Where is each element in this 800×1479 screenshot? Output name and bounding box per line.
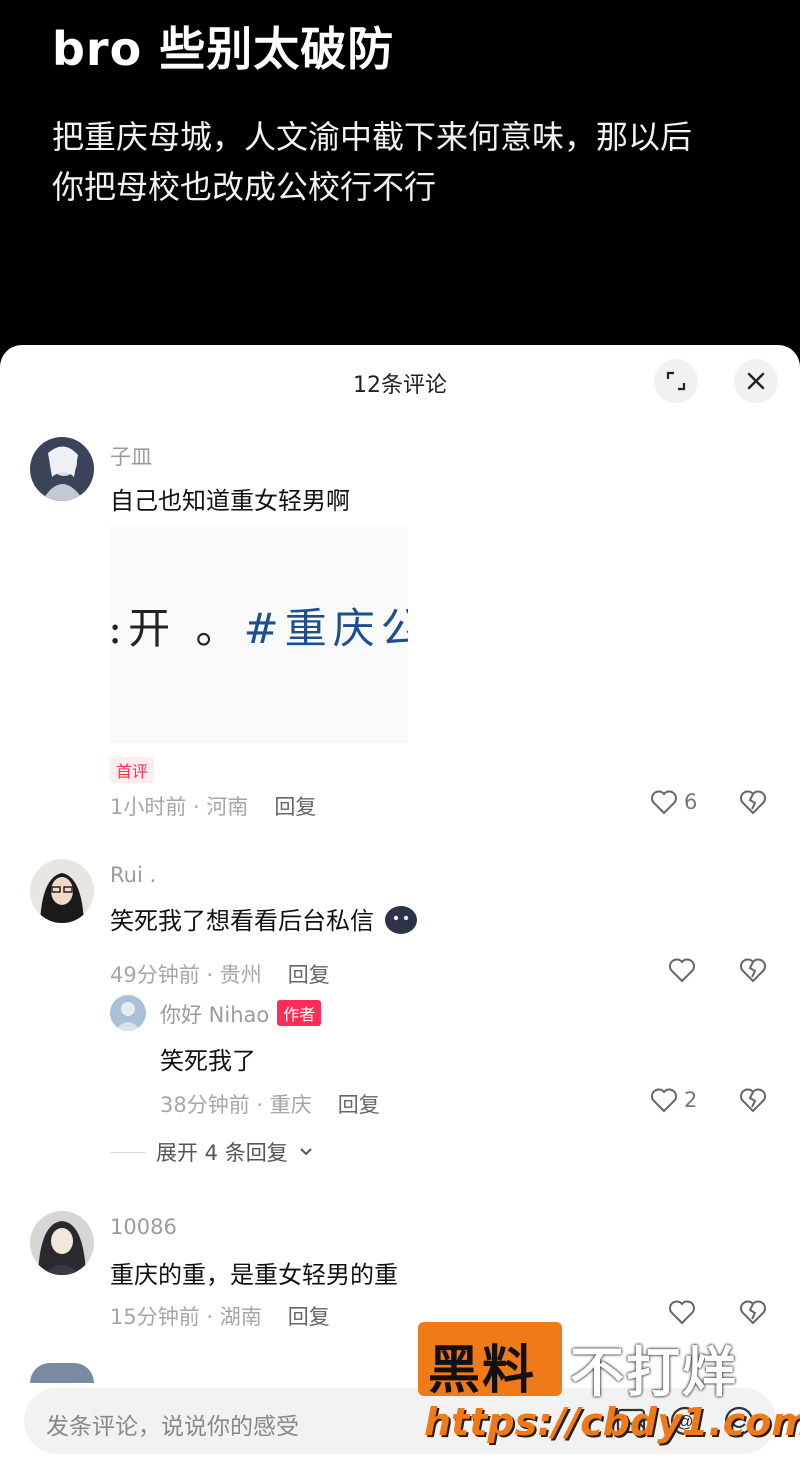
reply-item: 你好 Nihao 作者 笑死我了 38分钟前 · 重庆 回复 2	[0, 995, 800, 1125]
post-body-line: 把重庆母城，人文渝中截下来何意味，那以后	[52, 118, 693, 156]
comment-username[interactable]: 10086	[110, 1215, 177, 1239]
expand-button[interactable]	[654, 359, 698, 403]
comment-text: 笑死我了想看看后台私信	[110, 901, 418, 936]
comment-text: 重庆的重，是重女轻男的重	[110, 1261, 398, 1289]
watermark-box-text: 黑料	[428, 1341, 537, 1401]
comment-item: Rui . 笑死我了想看看后台私信 49分钟前 · 贵州 回复	[0, 855, 800, 995]
heart-icon	[651, 790, 677, 815]
post-title: bro 些别太破防	[52, 22, 395, 76]
watermark: 黑料 不打烊 https://cbdy1.com	[418, 1322, 800, 1462]
comment-time: 1小时前 · 河南	[110, 795, 249, 819]
reply-text: 笑死我了	[160, 1047, 256, 1075]
avatar[interactable]	[30, 1211, 94, 1275]
reply-username[interactable]: 你好 Nihao 作者	[160, 999, 322, 1029]
expand-icon	[666, 371, 686, 391]
comment-image-text: :开 。#重庆公	[110, 595, 408, 656]
dislike-button[interactable]	[738, 789, 768, 819]
comment-input-placeholder: 发条评论，说说你的感受	[46, 1414, 299, 1440]
reply-button[interactable]: 回复	[274, 795, 316, 819]
comment-item: 子皿 自己也知道重女轻男啊 :开 。#重庆公 首评 1小时前 · 河南 回复 6	[0, 433, 800, 823]
expand-replies-button[interactable]: 展开 4 条回复	[110, 1137, 314, 1167]
post-content: bro 些别太破防 把重庆母城，人文渝中截下来何意味，那以后 你把母校也改成公校…	[0, 0, 800, 360]
comment-image-text-dark: :开 。	[110, 604, 244, 653]
reply-time: 38分钟前 · 重庆	[160, 1093, 312, 1117]
reply-username-text: 你好 Nihao	[160, 1003, 270, 1027]
reply-meta: 38分钟前 · 重庆 回复	[160, 1089, 380, 1119]
reply-button[interactable]: 回复	[338, 1093, 380, 1117]
author-badge: 作者	[277, 1000, 322, 1026]
post-body-line: 你把母校也改成公校行不行	[52, 168, 437, 206]
broken-heart-icon	[740, 958, 766, 983]
dislike-button[interactable]	[738, 957, 768, 987]
heart-icon	[651, 1088, 677, 1113]
broken-heart-icon	[740, 1088, 766, 1113]
like-count: 6	[684, 790, 698, 814]
avatar[interactable]	[30, 859, 94, 923]
close-button[interactable]	[734, 359, 778, 403]
comment-meta: 49分钟前 · 贵州 回复	[110, 959, 330, 989]
avatar-image	[30, 1363, 94, 1383]
expand-replies-label: 展开 4 条回复	[156, 1141, 288, 1165]
like-button[interactable]: 2	[650, 1087, 697, 1113]
dislike-button[interactable]	[738, 1087, 768, 1117]
heart-icon	[669, 958, 695, 983]
comment-username[interactable]: 子皿	[110, 441, 152, 471]
like-button[interactable]: 6	[650, 789, 697, 815]
expand-divider	[110, 1151, 146, 1153]
avatar-image	[30, 859, 94, 923]
comment-username[interactable]: Rui .	[110, 863, 156, 887]
avatar-image	[30, 1211, 94, 1275]
post-body: 把重庆母城，人文渝中截下来何意味，那以后 你把母校也改成公校行不行	[52, 112, 748, 212]
comment-text: 自己也知道重女轻男啊	[110, 487, 350, 515]
comment-image[interactable]: :开 。#重庆公	[110, 525, 408, 743]
avatar[interactable]	[30, 1363, 94, 1383]
comment-meta: 15分钟前 · 湖南 回复	[110, 1301, 330, 1331]
reply-button[interactable]: 回复	[288, 1305, 330, 1329]
avatar[interactable]	[110, 995, 146, 1031]
broken-heart-icon	[740, 790, 766, 815]
comment-meta: 1小时前 · 河南 回复	[110, 791, 316, 821]
avatar[interactable]	[30, 437, 94, 501]
sheet-header: 12条评论	[0, 345, 800, 417]
close-icon	[747, 372, 765, 390]
comment-time: 15分钟前 · 湖南	[110, 1305, 262, 1329]
first-comment-badge: 首评	[110, 757, 155, 783]
comment-text-content: 笑死我了想看看后台私信	[110, 907, 374, 935]
avatar-image	[30, 437, 94, 501]
like-count: 2	[684, 1088, 698, 1112]
watermark-right-text: 不打烊	[570, 1341, 738, 1404]
watermark-box: 黑料	[418, 1322, 562, 1401]
comment-image-text-blue: #重庆公	[243, 604, 408, 653]
watermark-url: https://cbdy1.com	[424, 1400, 800, 1444]
blob-emoji-icon	[384, 906, 417, 934]
like-button[interactable]	[668, 957, 702, 983]
comments-sheet: 12条评论 子皿 自己也知道重女轻男啊 :开 。#重庆公 首评 1小时前 · 河…	[0, 345, 800, 1479]
chevron-down-icon	[300, 1148, 312, 1156]
comment-time: 49分钟前 · 贵州	[110, 963, 262, 987]
reply-button[interactable]: 回复	[288, 963, 330, 987]
avatar-image	[110, 995, 146, 1031]
